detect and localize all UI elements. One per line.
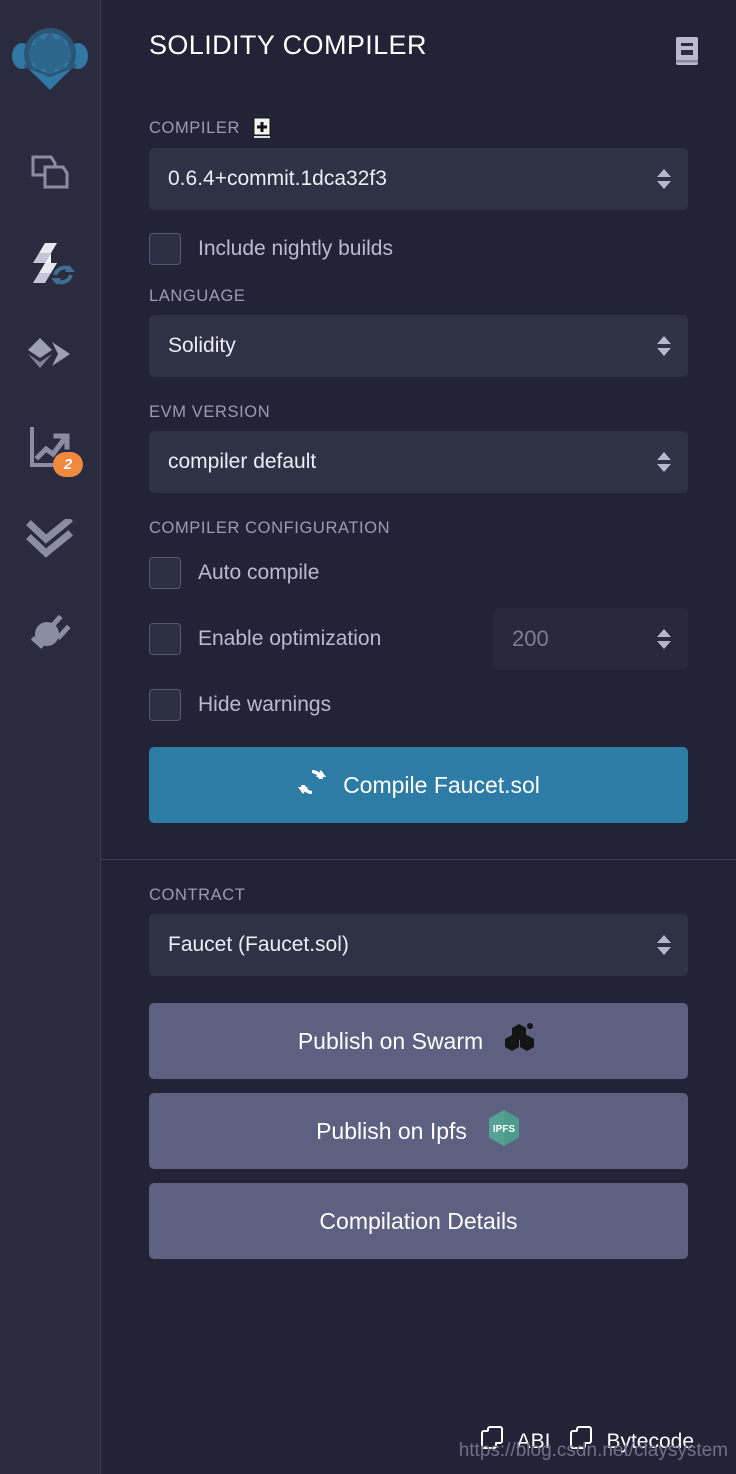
files-icon: [27, 149, 73, 195]
copy-icon: [570, 1426, 594, 1458]
sidebar-item-solidity-compiler[interactable]: [19, 233, 81, 295]
bytecode-label: Bytecode: [606, 1430, 694, 1453]
sync-icon: [297, 768, 327, 802]
ipfs-hex-icon: IPFS: [487, 1109, 521, 1153]
language-select[interactable]: Solidity: [149, 315, 688, 377]
language-label: LANGUAGE: [149, 287, 246, 305]
status-badge: 2: [53, 452, 83, 477]
contract-label: CONTRACT: [149, 886, 246, 904]
swarm-cubes-icon: [503, 1023, 539, 1059]
include-nightly-builds-label: Include nightly builds: [198, 237, 393, 260]
enable-optimization-checkbox[interactable]: Enable optimization: [149, 623, 381, 655]
add-custom-compiler-icon[interactable]: [252, 117, 272, 139]
compiler-configuration-label: COMPILER CONFIGURATION: [149, 519, 391, 537]
compiler-label: COMPILER: [149, 118, 240, 137]
svg-text:IPFS: IPFS: [493, 1124, 516, 1135]
chevron-updown-icon: [657, 452, 671, 472]
abi-label: ABI: [516, 1430, 551, 1453]
chevron-updown-icon[interactable]: [657, 629, 671, 649]
copy-abi-button[interactable]: ABI: [480, 1426, 551, 1458]
page-title: SOLIDITY COMPILER: [149, 30, 427, 60]
evm-version-label: EVM VERSION: [149, 403, 271, 421]
compilation-details-button[interactable]: Compilation Details: [149, 1183, 688, 1259]
compiler-version-select[interactable]: 0.6.4+commit.1dca32f3: [149, 148, 688, 210]
copy-bytecode-button[interactable]: Bytecode: [570, 1426, 694, 1458]
panel-header: SOLIDITY COMPILER: [101, 0, 736, 71]
contract-select[interactable]: Faucet (Faucet.sol): [149, 914, 688, 976]
section-divider: [101, 859, 736, 860]
optimization-runs-value: 200: [512, 626, 549, 651]
plug-icon: [27, 610, 73, 654]
chevron-updown-icon: [657, 336, 671, 356]
optimization-runs-input[interactable]: 200: [493, 608, 688, 670]
publish-on-ipfs-label: Publish on Ipfs: [316, 1117, 467, 1144]
solidity-compiler-panel: SOLIDITY COMPILER COMPILER 0.6.4+commit.…: [101, 0, 736, 1474]
footer-actions: ABI Bytecode https://blog.csdn.net/clays…: [101, 1426, 736, 1461]
publish-on-swarm-button[interactable]: Publish on Swarm: [149, 1003, 688, 1079]
solidity-compile-icon: [25, 241, 75, 287]
publish-on-ipfs-button[interactable]: Publish on Ipfs IPFS: [149, 1093, 688, 1169]
double-check-icon: [26, 519, 74, 561]
ethereum-deploy-icon: [26, 336, 74, 376]
sidebar-item-deploy-run[interactable]: [19, 325, 81, 387]
evm-version-select[interactable]: compiler default: [149, 431, 688, 493]
enable-optimization-label: Enable optimization: [198, 627, 382, 650]
chevron-updown-icon: [657, 169, 671, 189]
hide-warnings-checkbox[interactable]: Hide warnings: [149, 687, 688, 723]
hide-warnings-label: Hide warnings: [198, 693, 332, 716]
remix-ide-window: 2 SOLIDITY COMPILER COMPILER 0.6.4+commi…: [0, 0, 736, 1474]
contract-value: Faucet (Faucet.sol): [168, 933, 349, 956]
checkbox-box: [149, 689, 181, 721]
checkbox-box: [149, 233, 181, 265]
auto-compile-checkbox[interactable]: Auto compile: [149, 555, 688, 591]
compiler-label-row: COMPILER: [149, 117, 688, 139]
sidebar-item-plugin-manager[interactable]: [19, 601, 81, 663]
enable-optimization-row: Enable optimization 200: [149, 608, 688, 670]
sidebar-item-file-explorers[interactable]: [19, 141, 81, 203]
remix-logo[interactable]: [10, 22, 90, 97]
sidebar-item-unit-testing[interactable]: [19, 509, 81, 571]
compile-button-label: Compile Faucet.sol: [343, 771, 540, 798]
copy-icon: [480, 1426, 505, 1458]
publish-on-swarm-label: Publish on Swarm: [297, 1027, 484, 1054]
auto-compile-label: Auto compile: [198, 561, 320, 584]
sidebar-item-static-analysis[interactable]: 2: [19, 417, 83, 479]
compilation-details-label: Compilation Details: [319, 1207, 518, 1234]
chevron-updown-icon: [657, 935, 671, 955]
checkbox-box: [149, 557, 181, 589]
checkbox-box: [149, 623, 181, 655]
plugin-icon-sidebar: 2: [0, 0, 101, 1474]
book-icon[interactable]: [674, 30, 700, 71]
compile-button[interactable]: Compile Faucet.sol: [149, 747, 688, 823]
compiler-version-value: 0.6.4+commit.1dca32f3: [168, 167, 387, 190]
language-value: Solidity: [168, 334, 236, 357]
include-nightly-builds-checkbox[interactable]: Include nightly builds: [149, 231, 688, 267]
evm-version-value: compiler default: [168, 450, 317, 473]
